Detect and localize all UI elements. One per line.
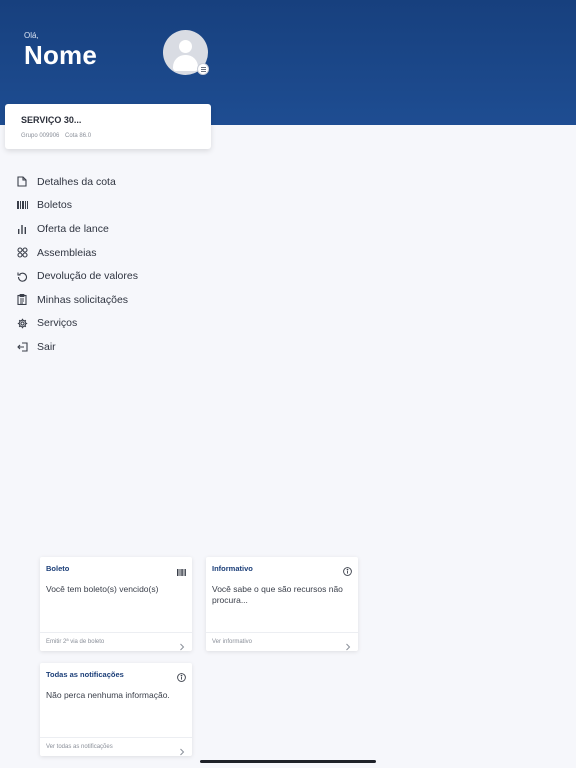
barcode-icon <box>16 199 28 211</box>
info-icon <box>343 563 352 576</box>
informativo-card[interactable]: Informativo Você sabe o que são recursos… <box>206 557 358 651</box>
card-title: Informativo <box>212 564 253 573</box>
notificacoes-card[interactable]: Todas as notificações Não perca nenhuma … <box>40 663 192 756</box>
menu-item-sair[interactable]: Sair <box>16 335 138 359</box>
card-title: Todas as notificações <box>46 670 124 679</box>
side-menu: Detalhes da cota Boletos Oferta de lance… <box>16 170 138 359</box>
menu-label: Oferta de lance <box>37 222 109 235</box>
chevron-right-icon <box>178 638 186 651</box>
card-footer[interactable]: Ver todas as notificações <box>40 737 192 756</box>
people-group-icon <box>16 247 28 259</box>
card-footer[interactable]: Emitir 2ª via de boleto <box>40 632 192 651</box>
menu-label: Sair <box>37 340 56 353</box>
card-text: Você sabe o que são recursos não procura… <box>212 584 343 605</box>
menu-label: Devolução de valores <box>37 270 138 283</box>
menu-item-minhas-solicitacoes[interactable]: Minhas solicitações <box>16 288 138 312</box>
menu-item-assembleias[interactable]: Assembleias <box>16 241 138 265</box>
chevron-right-icon <box>344 638 352 651</box>
user-name: Nome <box>24 40 98 70</box>
menu-item-boletos[interactable]: Boletos <box>16 194 138 218</box>
ver-notificacoes-link[interactable]: Ver todas as notificações <box>46 744 113 750</box>
document-icon <box>16 176 28 188</box>
menu-label: Minhas solicitações <box>37 293 129 306</box>
menu-item-servicos[interactable]: Serviços <box>16 312 138 336</box>
chevron-right-icon <box>178 743 186 756</box>
card-footer[interactable]: Ver informativo <box>206 632 358 651</box>
quota-number: Cota 86.0 <box>65 133 92 139</box>
home-indicator[interactable] <box>200 760 376 763</box>
info-icon <box>177 669 186 682</box>
menu-label: Detalhes da cota <box>37 175 116 188</box>
card-text: Não perca nenhuma informação. <box>46 690 170 700</box>
quota-details: Grupo 009906 Cota 86.0 <box>21 133 91 139</box>
card-text: Você tem boleto(s) vencido(s) <box>46 584 159 594</box>
quota-selector-card[interactable]: SERVIÇO 30... Grupo 009906 Cota 86.0 <box>5 104 211 149</box>
menu-icon[interactable] <box>197 63 209 75</box>
menu-item-oferta-lance[interactable]: Oferta de lance <box>16 217 138 241</box>
gear-icon <box>16 317 28 329</box>
ver-informativo-link[interactable]: Ver informativo <box>212 639 252 645</box>
menu-label: Serviços <box>37 317 78 330</box>
card-title: Boleto <box>46 564 70 573</box>
logout-icon <box>16 341 28 353</box>
menu-label: Assembleias <box>37 246 97 259</box>
clipboard-icon <box>16 294 28 306</box>
menu-item-detalhes-cota[interactable]: Detalhes da cota <box>16 170 138 194</box>
emitir-boleto-link[interactable]: Emitir 2ª via de boleto <box>46 639 104 645</box>
menu-label: Boletos <box>37 199 73 212</box>
greeting-text: Olá, <box>24 31 39 40</box>
quota-group: Grupo 009906 <box>21 133 60 139</box>
quota-title: SERVIÇO 30... <box>21 115 82 125</box>
barcode-icon <box>177 563 186 576</box>
user-avatar-icon <box>179 40 192 53</box>
bar-chart-icon <box>16 223 28 235</box>
refund-icon <box>16 270 28 282</box>
boleto-card[interactable]: Boleto Você tem boleto(s) vencido(s) Emi… <box>40 557 192 651</box>
menu-item-devolucao-valores[interactable]: Devolução de valores <box>16 264 138 288</box>
